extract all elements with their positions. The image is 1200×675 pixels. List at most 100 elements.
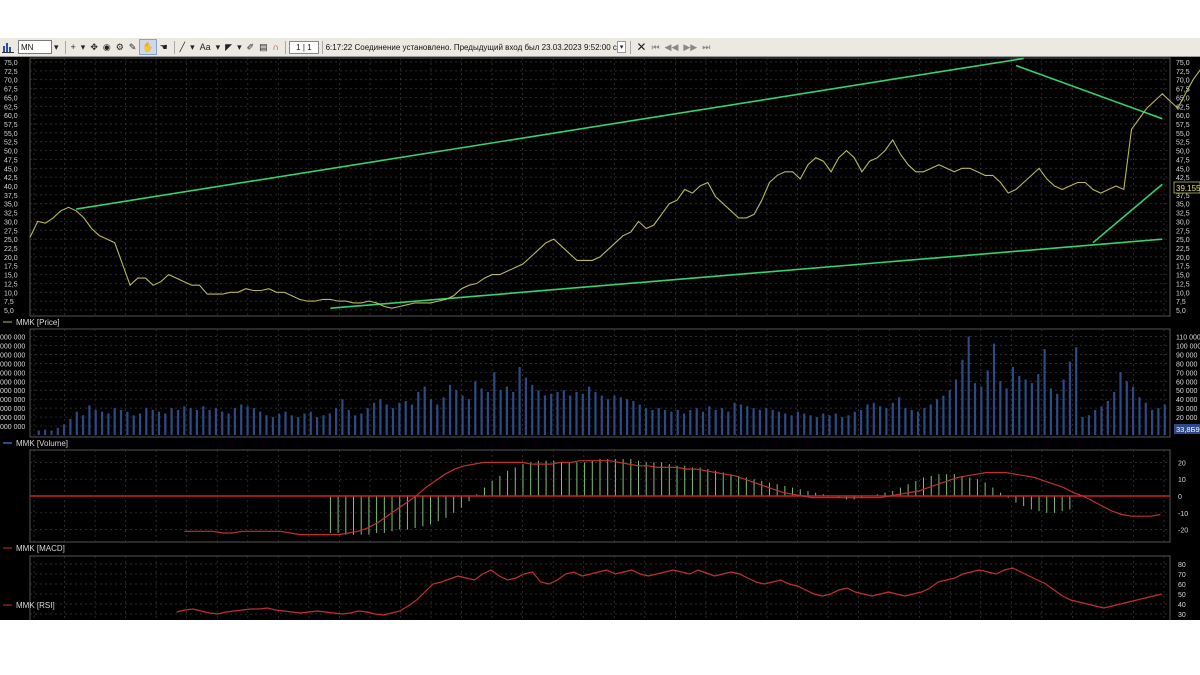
volume-bar bbox=[379, 399, 382, 435]
grab-icon[interactable]: ☚ bbox=[158, 40, 170, 54]
volume-bar bbox=[809, 415, 812, 435]
price-tick-label: 70,0 bbox=[1176, 78, 1190, 85]
volume-bar bbox=[1068, 361, 1071, 435]
volume-bar bbox=[980, 386, 983, 435]
volume-bar bbox=[803, 413, 806, 435]
volume-last-value: 33,8Б9 bbox=[1176, 425, 1200, 434]
volume-bar bbox=[1075, 347, 1078, 435]
move-icon[interactable]: ✥ bbox=[88, 40, 100, 54]
chevron-down-icon[interactable]: ▾ bbox=[188, 40, 197, 54]
chevron-down-icon[interactable]: ▾ bbox=[616, 41, 627, 53]
chart-area[interactable]: 75,0 72,5 70,0 67,5 65,0 62,5 60,0 57,5 55,0 52,5… bbox=[0, 57, 1200, 634]
price-tick-label: 47,5 bbox=[1176, 157, 1190, 164]
volume-bar bbox=[619, 397, 622, 435]
volume-bar bbox=[917, 411, 920, 435]
volume-bar bbox=[82, 415, 85, 435]
price-tick-label: 20,0 bbox=[4, 255, 18, 262]
price-tick-label: 65,0 bbox=[4, 95, 18, 102]
volume-bar bbox=[1100, 406, 1103, 435]
volume-tick-label: 70 000 bbox=[1176, 370, 1198, 377]
volume-bar bbox=[1087, 415, 1090, 435]
price-tick-label: 57,5 bbox=[4, 122, 18, 129]
volume-bar bbox=[594, 392, 597, 435]
price-tick-label: 5,0 bbox=[4, 308, 14, 315]
volume-bar bbox=[847, 415, 850, 435]
volume-bar bbox=[88, 405, 91, 435]
last-page-icon[interactable]: ⏭ bbox=[700, 40, 712, 54]
volume-bar bbox=[670, 411, 673, 435]
separator bbox=[64, 40, 66, 54]
volume-bar bbox=[1113, 392, 1116, 435]
volume-tick-label: 40 000 bbox=[1176, 397, 1198, 404]
price-tick-label: 27,5 bbox=[1176, 228, 1190, 235]
chart-canvas[interactable]: 75,0 72,5 70,0 67,565,0 62,5 60,0 57,5 55,0 52,5… bbox=[0, 57, 1200, 634]
next-page-icon[interactable]: ▶▶ bbox=[681, 40, 699, 54]
volume-bar bbox=[176, 409, 180, 435]
volume-bar bbox=[790, 415, 793, 435]
target-icon[interactable]: ◉ bbox=[101, 40, 113, 54]
chevron-down-icon[interactable]: ▾ bbox=[214, 40, 223, 54]
volume-tick-label: 000 000 bbox=[0, 415, 25, 422]
volume-bar bbox=[1011, 366, 1015, 435]
volume-bar bbox=[898, 397, 901, 435]
volume-bar bbox=[214, 408, 217, 435]
pen-icon[interactable]: ✐ bbox=[245, 40, 257, 54]
crosshair-icon[interactable]: + bbox=[69, 40, 78, 54]
volume-bar bbox=[663, 409, 667, 435]
volume-bar bbox=[290, 415, 293, 435]
settings-icon[interactable]: ⚙ bbox=[114, 40, 126, 54]
separator bbox=[173, 40, 175, 54]
first-page-icon[interactable]: ⏮ bbox=[649, 40, 661, 54]
font-tool[interactable]: Aa bbox=[198, 40, 213, 54]
volume-bar bbox=[1062, 379, 1065, 435]
hatch-icon[interactable]: ▤ bbox=[257, 40, 270, 54]
volume-bar bbox=[50, 430, 53, 435]
line-tool-icon[interactable]: ╱ bbox=[178, 40, 187, 54]
volume-bar bbox=[1037, 374, 1040, 435]
volume-tick-label: 000 000 bbox=[0, 343, 25, 350]
volume-bar bbox=[942, 395, 945, 435]
price-tick-label: 22,5 bbox=[1176, 246, 1190, 253]
volume-bar bbox=[531, 384, 534, 435]
price-last-value: 39.155 bbox=[1176, 184, 1200, 193]
volume-bar bbox=[341, 399, 344, 435]
bar-chart-icon[interactable] bbox=[0, 40, 17, 54]
volume-bar bbox=[505, 386, 508, 435]
rsi-legend: MMK [RSI] bbox=[16, 601, 55, 610]
volume-bar bbox=[904, 408, 907, 435]
volume-bar bbox=[701, 411, 705, 435]
period-select[interactable]: MN bbox=[18, 40, 52, 54]
prev-page-icon[interactable]: ◀◀ bbox=[663, 40, 681, 54]
close-icon[interactable]: ✕ bbox=[634, 40, 648, 54]
chevron-down-icon[interactable]: ▾ bbox=[235, 40, 244, 54]
volume-bar bbox=[322, 415, 325, 435]
chevron-down-icon[interactable]: ▾ bbox=[79, 40, 88, 54]
volume-tick-label: 20 000 bbox=[1176, 415, 1198, 422]
macd-panel: 20 10 0 -10 -20 MMK [MACD] bbox=[3, 449, 1188, 553]
volume-bar bbox=[398, 402, 401, 435]
volume-bar bbox=[202, 406, 205, 435]
volume-bar bbox=[391, 408, 395, 435]
price-panel: 75,0 72,5 70,0 67,565,0 62,5 60,0 57,5 55,0 52,5… bbox=[3, 57, 1200, 327]
price-tick-label: 55,0 bbox=[4, 131, 18, 138]
volume-bar bbox=[695, 408, 698, 435]
ruler-icon[interactable]: ✎ bbox=[127, 40, 139, 54]
price-tick-label: 37,5 bbox=[4, 193, 18, 200]
arrow-marker-icon[interactable]: ◤ bbox=[223, 40, 234, 54]
price-tick-label: 45,0 bbox=[4, 166, 18, 173]
volume-bar bbox=[645, 408, 648, 435]
volume-bar bbox=[328, 413, 331, 435]
magnet-icon[interactable]: ∩ bbox=[271, 40, 281, 54]
volume-bar bbox=[499, 390, 502, 435]
volume-bar bbox=[157, 411, 161, 435]
volume-bar bbox=[967, 336, 970, 435]
volume-tick-label: 000 000 bbox=[0, 361, 25, 368]
separator bbox=[321, 40, 323, 54]
chevron-down-icon[interactable]: ▾ bbox=[52, 40, 61, 54]
volume-bar bbox=[771, 409, 774, 435]
volume-bar bbox=[613, 395, 616, 435]
volume-bar bbox=[562, 390, 565, 435]
hand-icon[interactable]: ✋ bbox=[139, 39, 157, 55]
volume-bar bbox=[512, 392, 515, 435]
volume-bar bbox=[423, 386, 426, 435]
